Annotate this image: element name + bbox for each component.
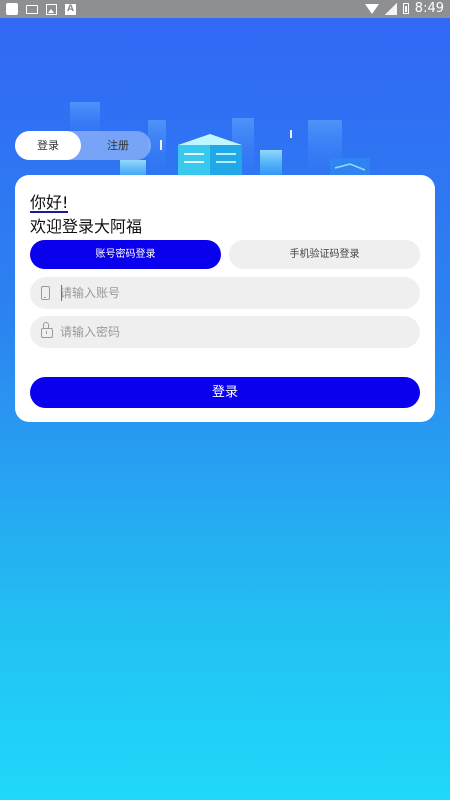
greeting-text: 你好! <box>30 193 69 212</box>
a-icon: A <box>65 3 76 15</box>
keyboard-icon <box>26 4 38 14</box>
app-icon <box>6 3 18 15</box>
welcome-text: 欢迎登录大阿福 <box>30 217 143 236</box>
password-input[interactable] <box>60 316 400 348</box>
password-login-mode-button[interactable]: 账号密码登录 <box>30 240 221 269</box>
tab-register[interactable]: 注册 <box>85 131 151 160</box>
status-left-icons: A <box>6 3 76 15</box>
lock-icon <box>41 322 53 338</box>
phone-icon <box>41 286 50 300</box>
image-icon <box>46 3 57 15</box>
login-submit-button[interactable]: 登录 <box>30 377 420 408</box>
account-field[interactable] <box>30 277 420 309</box>
status-right-icons: 8:49 <box>364 1 444 16</box>
sms-login-mode-button[interactable]: 手机验证码登录 <box>229 240 420 269</box>
wifi-icon <box>364 3 379 14</box>
battery-icon <box>402 3 409 14</box>
login-card: 你好! 欢迎登录大阿福 账号密码登录 手机验证码登录 登录 <box>15 175 435 422</box>
status-time: 8:49 <box>414 1 444 16</box>
signal-icon <box>384 2 397 15</box>
password-field[interactable] <box>30 316 420 348</box>
tab-login[interactable]: 登录 <box>15 131 81 160</box>
account-input[interactable] <box>60 277 400 309</box>
login-register-toggle: 登录 注册 <box>15 131 151 160</box>
status-bar: A 8:49 <box>0 0 450 18</box>
